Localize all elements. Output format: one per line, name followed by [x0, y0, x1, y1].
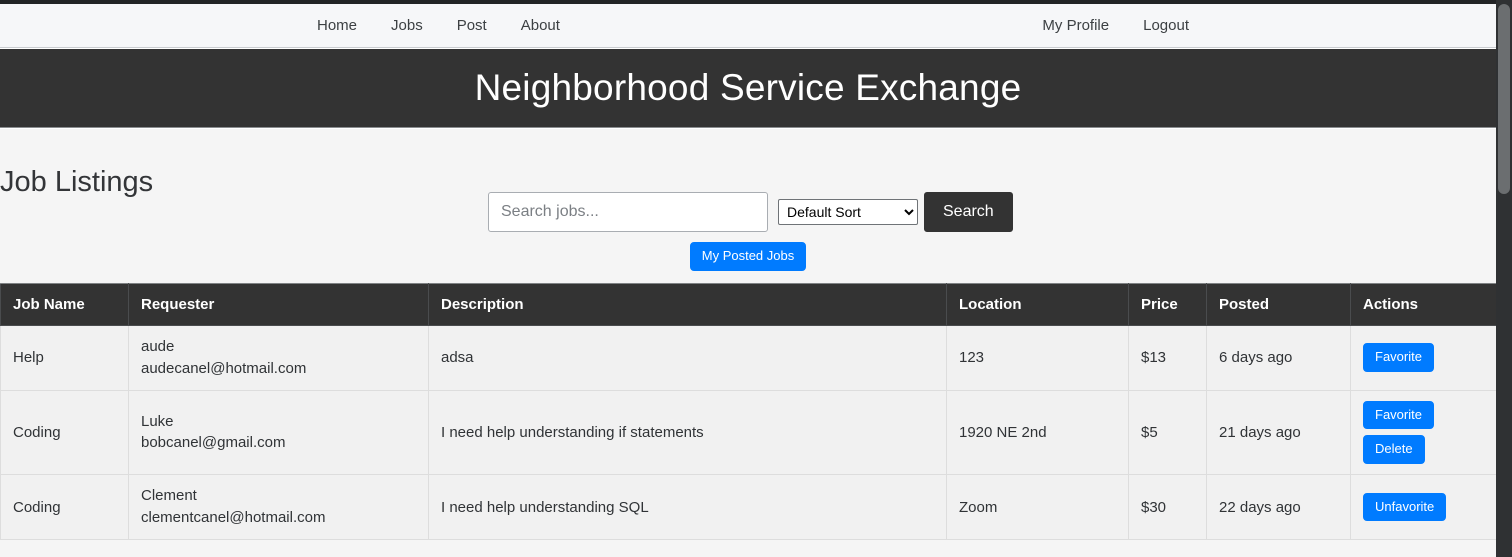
cell-requester: Clement clementcanel@hotmail.com	[128, 474, 429, 540]
cell-description: adsa	[428, 325, 947, 391]
table-row: Coding Luke bobcanel@gmail.com I need help …	[0, 389, 1497, 476]
cell-location: Zoom	[946, 474, 1129, 540]
action-button-group: Favorite	[1363, 343, 1484, 373]
site-title: Neighborhood Service Exchange	[474, 67, 1022, 108]
column-header-location: Location	[946, 283, 1129, 326]
cell-actions: Unfavorite	[1350, 474, 1497, 540]
page-content: Job Listings Default Sort Search My Post…	[0, 129, 1497, 557]
my-posted-jobs-button[interactable]: My Posted Jobs	[689, 242, 807, 271]
sort-select[interactable]: Default Sort	[778, 199, 918, 225]
requester-email: clementcanel@hotmail.com	[141, 509, 326, 527]
cell-price: $5	[1128, 389, 1207, 476]
requester-email: audecanel@hotmail.com	[141, 359, 307, 377]
scrollbar-thumb[interactable]	[1498, 4, 1510, 194]
requester-email: bobcanel@gmail.com	[141, 434, 286, 452]
cell-posted: 6 days ago	[1206, 325, 1351, 391]
cell-actions: Favorite Delete	[1350, 389, 1497, 476]
nav-link-logout[interactable]: Logout	[1126, 5, 1206, 47]
jobs-table-head: Job Name Requester Description Location Pric…	[0, 283, 1497, 326]
search-button[interactable]: Search	[924, 192, 1013, 232]
jobs-table: Job Name Requester Description Location Pric…	[0, 283, 1497, 540]
cell-description: I need help understanding SQL	[428, 474, 947, 540]
cell-job-name: Coding	[0, 474, 129, 540]
page-title: Job Listings	[0, 166, 154, 199]
nav-link-about[interactable]: About	[504, 5, 577, 47]
jobs-table-container: Job Name Requester Description Location Pric…	[0, 283, 1497, 540]
column-header-posted: Posted	[1206, 283, 1351, 326]
table-row: Coding Clement clementcanel@hotmail.com I n…	[0, 474, 1497, 540]
table-header-row: Job Name Requester Description Location Pric…	[0, 283, 1497, 326]
cell-price: $30	[1128, 474, 1207, 540]
vertical-scrollbar[interactable]	[1496, 0, 1512, 557]
search-input[interactable]	[488, 192, 768, 232]
jobs-table-body: Help aude audecanel@hotmail.com adsa 123 $13 6…	[0, 325, 1497, 540]
requester-name: Clement	[141, 487, 197, 505]
cell-posted: 21 days ago	[1206, 389, 1351, 476]
favorite-button[interactable]: Favorite	[1363, 400, 1434, 430]
nav-right-group: My Profile Logout	[1025, 5, 1206, 47]
cell-requester: Luke bobcanel@gmail.com	[128, 389, 429, 476]
nav-link-post[interactable]: Post	[440, 5, 504, 47]
app-root: Home Jobs Post About My Profile Logout Neigh…	[0, 0, 1512, 557]
unfavorite-button[interactable]: Unfavorite	[1363, 492, 1447, 522]
cell-job-name: Coding	[0, 389, 129, 476]
cell-price: $13	[1128, 325, 1207, 391]
action-button-group: Favorite Delete	[1363, 400, 1484, 465]
site-banner: Neighborhood Service Exchange	[0, 49, 1496, 128]
cell-location: 1920 NE 2nd	[946, 389, 1129, 476]
requester-name: aude	[141, 338, 175, 355]
cell-job-name: Help	[0, 325, 129, 391]
delete-button[interactable]: Delete	[1363, 435, 1425, 465]
nav-link-home[interactable]: Home	[300, 5, 374, 47]
action-button-group: Unfavorite	[1363, 492, 1484, 522]
search-form: Default Sort Search	[488, 192, 1013, 232]
cell-description: I need help understanding if statements	[428, 389, 947, 476]
cell-location: 123	[946, 325, 1129, 391]
cell-requester: aude audecanel@hotmail.com	[128, 325, 429, 391]
nav-link-my-profile[interactable]: My Profile	[1025, 5, 1126, 47]
my-posted-jobs-row: My Posted Jobs	[0, 242, 1496, 271]
top-navbar: Home Jobs Post About My Profile Logout	[0, 4, 1496, 48]
column-header-actions: Actions	[1350, 283, 1497, 326]
column-header-price: Price	[1128, 283, 1207, 326]
column-header-description: Description	[428, 283, 947, 326]
table-row: Help aude audecanel@hotmail.com adsa 123 $13 6…	[0, 325, 1497, 391]
cell-posted: 22 days ago	[1206, 474, 1351, 540]
favorite-button[interactable]: Favorite	[1363, 343, 1434, 373]
nav-link-jobs[interactable]: Jobs	[374, 5, 440, 47]
column-header-requester: Requester	[128, 283, 429, 326]
requester-name: Luke	[141, 412, 174, 430]
column-header-job-name: Job Name	[0, 283, 129, 326]
cell-actions: Favorite	[1350, 325, 1497, 391]
nav-left-group: Home Jobs Post About	[300, 5, 577, 47]
